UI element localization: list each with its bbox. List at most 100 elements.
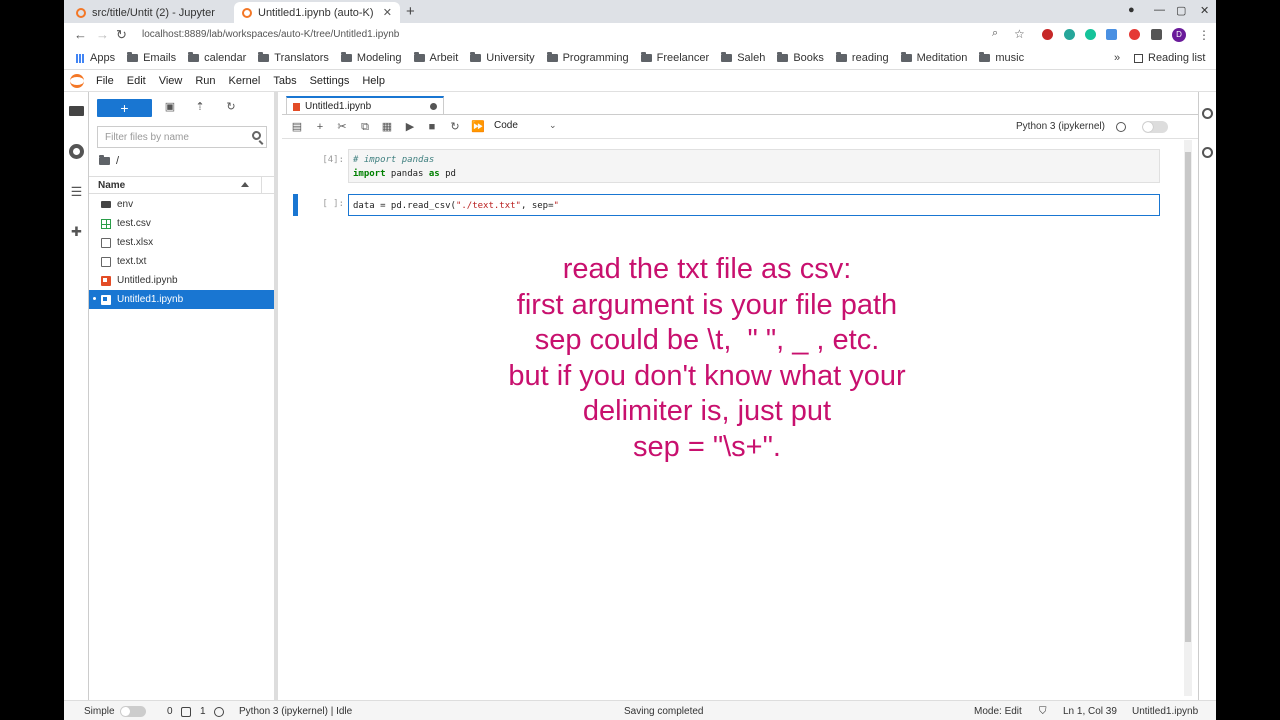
notebook-panel: Untitled1.ipynb ▤ + ✂ ⧉ ▦ ▶ ■ ↻ ⏩ Code ⌄… (282, 92, 1198, 700)
bookmark-folder[interactable]: Modeling (340, 52, 402, 64)
code-cell[interactable]: [4]: # import pandas import pandas as pd (294, 149, 1164, 185)
cut-icon[interactable]: ✂ (335, 120, 349, 134)
file-list-item-selected[interactable]: Untitled1.ipynb (89, 290, 274, 309)
table-of-contents-icon[interactable]: ☰ (69, 184, 84, 199)
bookmark-folder[interactable]: Emails (127, 52, 176, 64)
record-icon[interactable]: ● (1128, 4, 1135, 16)
profile-avatar[interactable]: D (1172, 28, 1186, 42)
new-folder-icon[interactable]: ▣ (163, 100, 177, 114)
menu-help[interactable]: Help (362, 75, 385, 87)
property-inspector-icon[interactable] (1202, 108, 1213, 119)
chevron-down-icon: ⌄ (549, 120, 557, 130)
extension-icon[interactable] (1064, 29, 1075, 40)
extension-icon[interactable] (1129, 29, 1140, 40)
extension-ublock-icon[interactable] (1042, 29, 1053, 40)
close-tab-icon[interactable]: ✕ (383, 6, 392, 19)
browser-tab-untitled1[interactable]: Untitled1.ipynb (auto-K) ✕ (234, 2, 400, 23)
bookmark-folder[interactable]: Saleh (721, 52, 765, 64)
upload-icon[interactable]: ⇡ (193, 100, 207, 114)
close-window-button[interactable]: ✕ (1200, 4, 1209, 17)
file-browser-folder-icon[interactable] (69, 106, 84, 116)
file-list-item[interactable]: env (89, 195, 274, 214)
bookmark-folder[interactable]: reading (835, 52, 889, 64)
shield-icon[interactable]: ⛉ (1039, 706, 1047, 717)
editor-mode[interactable]: Mode: Edit (974, 706, 1022, 717)
browser-tab-strip: src/title/Untit (2) - Jupyter Untitled1.… (64, 0, 1216, 23)
bookmark-folder[interactable]: calendar (188, 52, 246, 64)
zoom-icon[interactable]: ⌕ (992, 27, 998, 40)
reload-icon[interactable]: ↻ (116, 27, 127, 43)
bookmark-folder[interactable]: Programming (546, 52, 629, 64)
toggle-knob (121, 707, 130, 716)
bookmark-folder[interactable]: Arbeit (413, 52, 458, 64)
bookmarks-overflow-button[interactable]: » (1114, 52, 1120, 64)
terminal-icon[interactable] (181, 707, 191, 717)
bookmark-folder[interactable]: Books (777, 52, 824, 64)
folder-icon (99, 155, 110, 165)
menu-run[interactable]: Run (195, 75, 215, 87)
bookmark-folder[interactable]: Translators (258, 52, 329, 64)
menu-edit[interactable]: Edit (127, 75, 146, 87)
folder-icon (546, 52, 558, 62)
menu-view[interactable]: View (159, 75, 183, 87)
save-icon[interactable]: ▤ (290, 120, 304, 134)
bookmark-star-icon[interactable]: ☆ (1014, 27, 1025, 41)
file-list-item[interactable]: text.txt (89, 252, 274, 271)
code-cell-active[interactable]: [ ]: data = pd.read_csv("./text.txt", se… (293, 194, 1164, 216)
browser-menu-icon[interactable]: ⋮ (1198, 28, 1210, 42)
reading-list-button[interactable]: Reading list (1134, 52, 1205, 64)
file-list-item[interactable]: test.xlsx (89, 233, 274, 252)
current-filename: Untitled1.ipynb (1132, 706, 1199, 717)
extension-manager-icon[interactable]: ✚ (69, 224, 84, 239)
browser-tab-jupyter[interactable]: src/title/Untit (2) - Jupyter (68, 2, 234, 23)
column-header-name[interactable]: Name (89, 176, 274, 194)
bookmark-folder[interactable]: Freelancer (640, 52, 709, 64)
folder-icon (777, 52, 789, 62)
bookmark-folder[interactable]: Meditation (900, 52, 967, 64)
back-icon[interactable]: ← (74, 27, 87, 42)
scrollbar-thumb[interactable] (1185, 152, 1191, 642)
breadcrumb[interactable]: / (99, 155, 119, 167)
bookmark-folder[interactable]: music (979, 52, 1024, 64)
maximize-button[interactable]: ▢ (1176, 4, 1186, 17)
running-indicator-icon (93, 297, 96, 300)
extension-grammarly-icon[interactable] (1085, 29, 1096, 40)
cell-editor[interactable]: # import pandas import pandas as pd (348, 149, 1160, 183)
restart-icon[interactable]: ↻ (448, 120, 462, 134)
minimize-button[interactable]: — (1154, 4, 1165, 16)
menu-file[interactable]: File (96, 75, 114, 87)
cursor-position[interactable]: Ln 1, Col 39 (1063, 706, 1117, 717)
stop-icon[interactable]: ■ (425, 120, 439, 134)
fast-forward-icon[interactable]: ⏩ (471, 120, 485, 134)
extension-translate-icon[interactable] (1106, 29, 1117, 40)
filter-files-input[interactable] (97, 126, 267, 148)
document-tab[interactable]: Untitled1.ipynb (286, 96, 444, 115)
jupyterlab-menubar: File Edit View Run Kernel Tabs Settings … (64, 70, 1216, 92)
right-sidebar (1198, 92, 1216, 700)
kernel-name[interactable]: Python 3 (ipykernel) (1016, 121, 1105, 132)
running-sessions-icon[interactable] (69, 144, 84, 159)
forward-icon[interactable]: → (96, 27, 109, 42)
file-list-item[interactable]: test.csv (89, 214, 274, 233)
menu-tabs[interactable]: Tabs (273, 75, 296, 87)
paste-icon[interactable]: ▦ (380, 120, 394, 134)
refresh-icon[interactable]: ↻ (224, 100, 238, 114)
file-list-item[interactable]: Untitled.ipynb (89, 271, 274, 290)
debugger-icon[interactable] (1202, 147, 1213, 158)
new-launcher-button[interactable]: + (97, 99, 152, 117)
menu-kernel[interactable]: Kernel (229, 75, 261, 87)
kernel-status-text[interactable]: Python 3 (ipykernel) | Idle (239, 706, 352, 717)
run-icon[interactable]: ▶ (403, 120, 417, 134)
cell-editor[interactable]: data = pd.read_csv("./text.txt", sep=" (348, 194, 1160, 216)
bookmark-folder[interactable]: University (470, 52, 535, 64)
address-bar[interactable]: localhost:8889/lab/workspaces/auto-K/tre… (136, 25, 1036, 45)
kernel-icon[interactable] (214, 707, 224, 717)
menu-settings[interactable]: Settings (310, 75, 350, 87)
insert-cell-icon[interactable]: + (313, 120, 327, 134)
extensions-puzzle-icon[interactable] (1151, 29, 1162, 40)
bookmark-apps[interactable]: Apps (76, 52, 115, 64)
column-divider (261, 177, 262, 193)
unsaved-indicator-icon[interactable] (430, 103, 437, 110)
new-tab-button[interactable]: + (406, 3, 415, 20)
copy-icon[interactable]: ⧉ (358, 120, 372, 134)
